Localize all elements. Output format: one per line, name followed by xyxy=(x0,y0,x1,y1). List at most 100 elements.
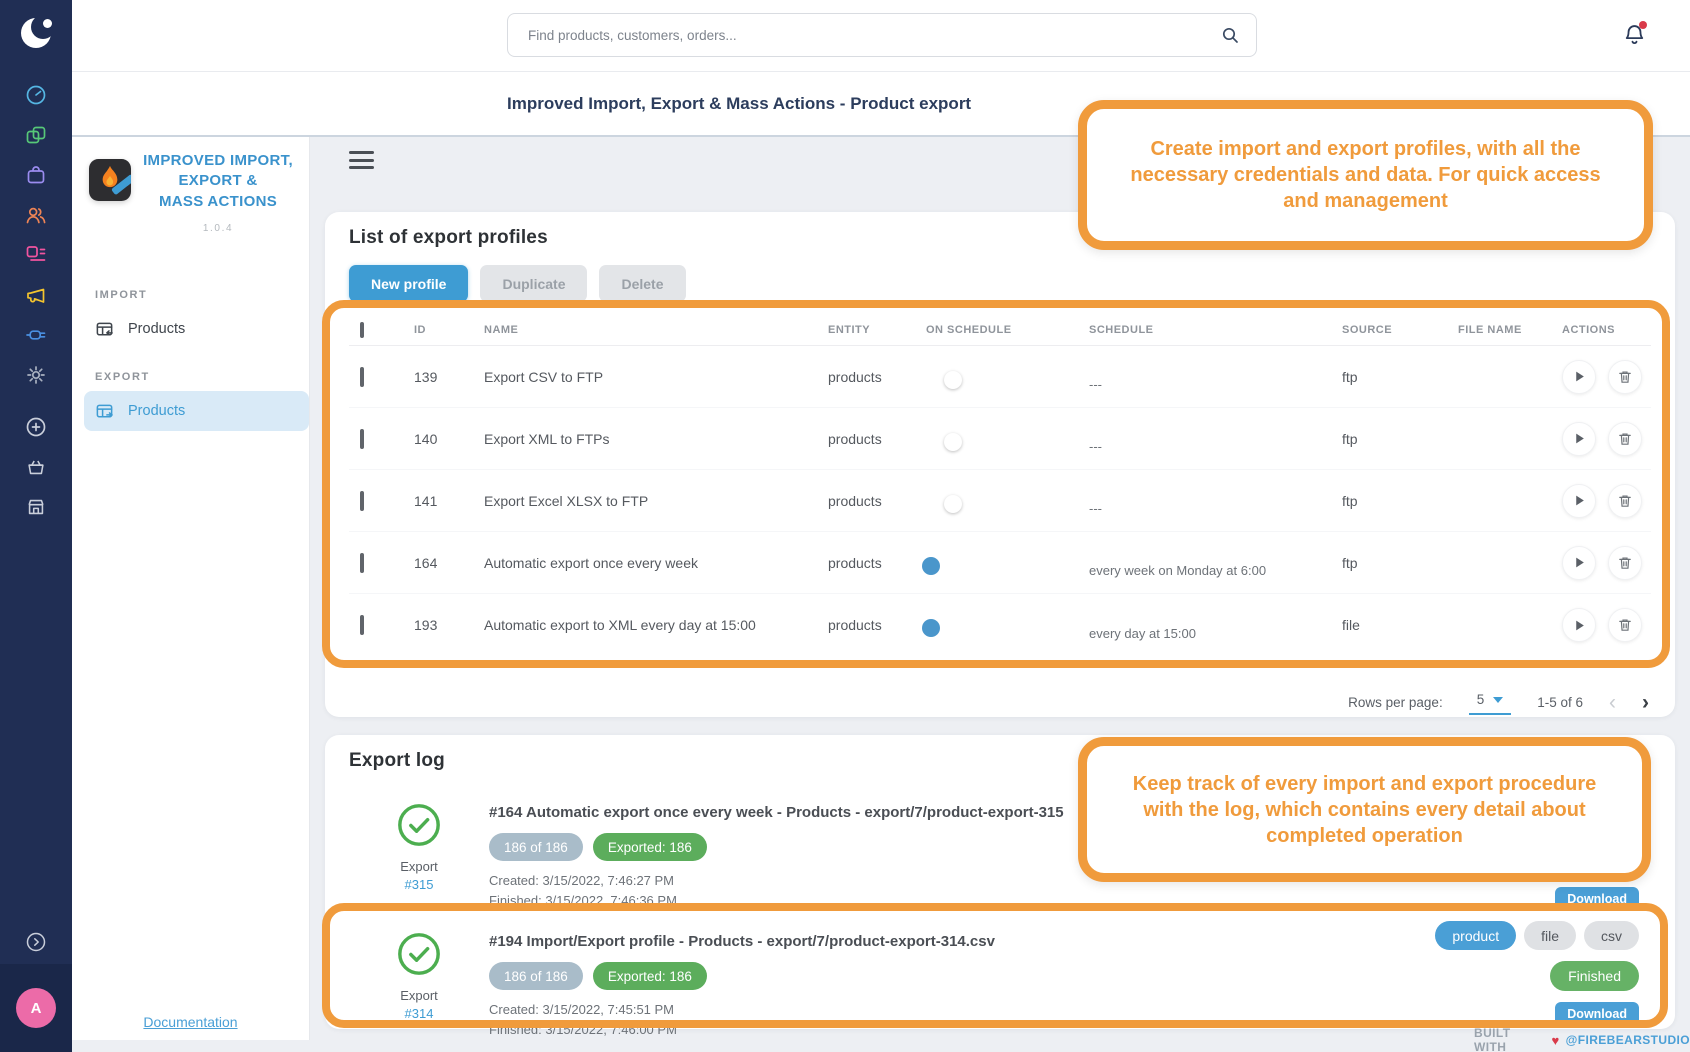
settings-gear-icon[interactable] xyxy=(16,355,56,395)
exported-badge: Exported: 186 xyxy=(593,833,707,861)
col-header-actions: ACTIONS xyxy=(1562,324,1651,336)
cell-entity: products xyxy=(828,617,926,633)
storefront-icon[interactable] xyxy=(16,487,56,527)
cell-name: Automatic export once every week xyxy=(484,555,828,571)
profiles-toolbar: New profile Duplicate Delete xyxy=(349,265,1651,302)
customers-icon[interactable] xyxy=(16,195,56,235)
catalogues-icon[interactable] xyxy=(16,115,56,155)
cell-entity: products xyxy=(828,369,926,385)
export-products-label: Products xyxy=(128,403,185,419)
col-header-id: ID xyxy=(414,324,484,336)
row-checkbox[interactable] xyxy=(360,367,364,387)
run-export-button[interactable] xyxy=(1562,546,1596,580)
table-row: 139 Export CSV to FTP products --- ftp xyxy=(349,346,1651,408)
export-log-entry: Export #314 #194 Import/Export profile -… xyxy=(349,915,1651,1040)
chevron-down-icon xyxy=(1493,697,1503,703)
built-with-credit: BUILT WITH ♥ @FIREBEARSTUDIO xyxy=(1474,1026,1690,1052)
cell-entity: products xyxy=(828,493,926,509)
run-export-button[interactable] xyxy=(1562,608,1596,642)
heart-icon: ♥ xyxy=(1552,1033,1560,1048)
success-check-icon xyxy=(396,931,442,982)
prev-page-button[interactable]: ‹ xyxy=(1609,692,1616,713)
main-content: List of export profiles New profile Dupl… xyxy=(310,137,1690,1052)
entry-id-link[interactable]: #315 xyxy=(405,877,434,892)
documentation-link[interactable]: Documentation xyxy=(72,1014,309,1030)
run-export-button[interactable] xyxy=(1562,484,1596,518)
extensions-icon[interactable] xyxy=(16,315,56,355)
cell-id: 140 xyxy=(414,431,484,447)
run-export-button[interactable] xyxy=(1562,422,1596,456)
cell-schedule: every week on Monday at 6:00 xyxy=(1089,563,1342,578)
col-header-schedule: SCHEDULE xyxy=(1089,324,1342,336)
menu-icon[interactable] xyxy=(349,151,374,169)
delete-button[interactable]: Delete xyxy=(599,265,685,302)
row-checkbox[interactable] xyxy=(360,553,364,573)
row-checkbox[interactable] xyxy=(360,615,364,635)
download-button[interactable]: Download xyxy=(1555,1002,1639,1026)
cell-id: 139 xyxy=(414,369,484,385)
orders-icon[interactable] xyxy=(16,155,56,195)
plugin-version: 1.0.4 xyxy=(132,223,304,234)
entry-type-label: Export xyxy=(400,859,438,874)
table-row: 141 Export Excel XLSX to FTP products --… xyxy=(349,470,1651,532)
expand-sidebar-icon[interactable] xyxy=(16,922,56,962)
import-products-label: Products xyxy=(128,321,185,337)
delete-profile-button[interactable] xyxy=(1608,546,1642,580)
sidebar-item-import-products[interactable]: Products xyxy=(84,309,309,349)
status-badge: Finished xyxy=(1550,961,1639,991)
table-header-row: ID NAME ENTITY ON SCHEDULE SCHEDULE SOUR… xyxy=(349,314,1651,346)
log-callout: Keep track of every import and export pr… xyxy=(1078,737,1651,882)
page-title: Improved Import, Export & Mass Actions -… xyxy=(507,94,971,114)
merchandise-basket-icon[interactable] xyxy=(16,447,56,487)
firebear-handle[interactable]: @FIREBEARSTUDIO xyxy=(1566,1033,1690,1047)
table-row: 193 Automatic export to XML every day at… xyxy=(349,594,1651,656)
user-avatar[interactable]: A xyxy=(16,988,56,1028)
content-icon[interactable] xyxy=(16,235,56,275)
next-page-button[interactable]: › xyxy=(1642,692,1649,713)
plugin-flame-icon xyxy=(89,159,131,201)
duplicate-button[interactable]: Duplicate xyxy=(480,265,587,302)
dashboard-icon[interactable] xyxy=(16,75,56,115)
cell-id: 193 xyxy=(414,617,484,633)
notifications-bell-icon[interactable] xyxy=(1621,21,1648,48)
search-icon[interactable] xyxy=(1220,25,1240,45)
pagination-range: 1-5 of 6 xyxy=(1537,695,1583,710)
run-export-button[interactable] xyxy=(1562,360,1596,394)
col-header-source: SOURCE xyxy=(1342,324,1458,336)
search-input[interactable] xyxy=(508,28,1220,43)
cell-source: ftp xyxy=(1342,369,1458,385)
entity-tag: product xyxy=(1435,921,1516,950)
shopware-logo-icon[interactable] xyxy=(16,13,56,53)
delete-profile-button[interactable] xyxy=(1608,484,1642,518)
delete-profile-button[interactable] xyxy=(1608,608,1642,642)
pagination: Rows per page: 5 1-5 of 6 ‹ › xyxy=(1348,690,1649,715)
rows-per-page-select[interactable]: 5 xyxy=(1469,690,1512,715)
col-header-entity: ENTITY xyxy=(828,324,926,336)
row-checkbox[interactable] xyxy=(360,491,364,511)
main-sidebar: A xyxy=(0,0,72,1052)
sidebar-nav xyxy=(16,75,56,527)
top-header xyxy=(72,0,1690,72)
sidebar-footer: A xyxy=(0,964,72,1052)
sidebar-item-export-products[interactable]: Products xyxy=(84,391,309,431)
cell-schedule: --- xyxy=(1089,439,1342,454)
cell-source: ftp xyxy=(1342,493,1458,509)
add-circle-icon[interactable] xyxy=(16,407,56,447)
progress-badge: 186 of 186 xyxy=(489,962,583,990)
new-profile-button[interactable]: New profile xyxy=(349,265,468,302)
delete-profile-button[interactable] xyxy=(1608,360,1642,394)
col-header-file-name: FILE NAME xyxy=(1458,324,1562,336)
download-button[interactable]: Download xyxy=(1555,887,1639,911)
cell-id: 141 xyxy=(414,493,484,509)
table-row: 164 Automatic export once every week pro… xyxy=(349,532,1651,594)
marketing-icon[interactable] xyxy=(16,275,56,315)
entry-id-link[interactable]: #314 xyxy=(405,1006,434,1021)
select-all-checkbox[interactable] xyxy=(360,322,364,338)
delete-profile-button[interactable] xyxy=(1608,422,1642,456)
cell-entity: products xyxy=(828,555,926,571)
success-check-icon xyxy=(396,802,442,853)
row-checkbox[interactable] xyxy=(360,429,364,449)
col-header-on-schedule: ON SCHEDULE xyxy=(926,324,1089,336)
app-root: A Improved Import, Export & Mass Actions… xyxy=(0,0,1690,1052)
entry-type-label: Export xyxy=(400,988,438,1003)
